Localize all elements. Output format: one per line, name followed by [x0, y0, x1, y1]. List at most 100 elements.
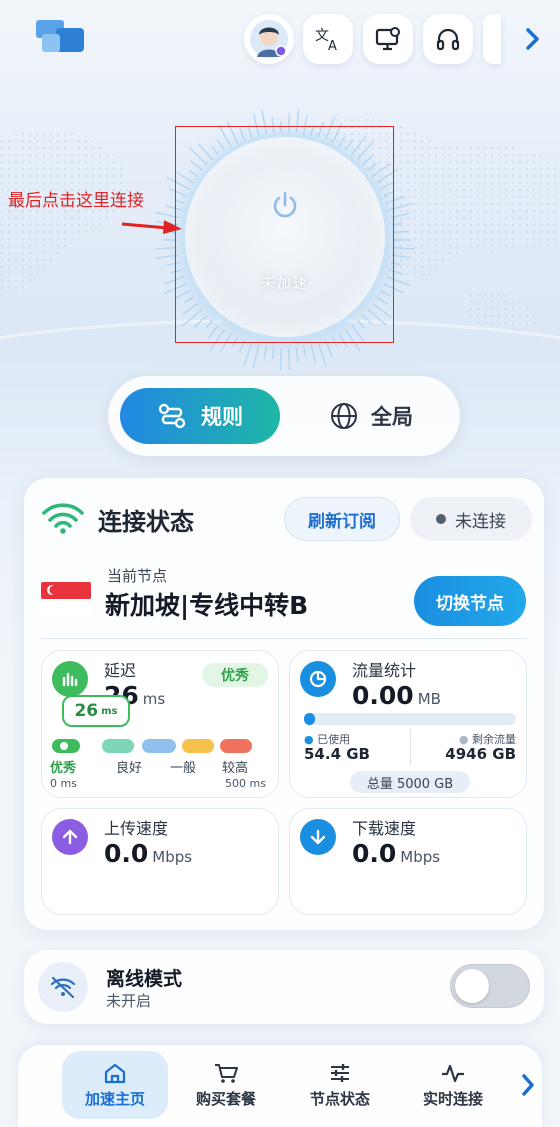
connection-status-card: 连接状态 刷新订阅 未连接 当前节点 新加坡|专线中转B 切换节点 延迟 26m… — [24, 478, 544, 930]
language-button[interactable]: 文 A — [303, 14, 353, 64]
arrow-up-icon — [52, 819, 88, 855]
traffic-unit: MB — [417, 690, 441, 708]
connection-status-text: 未连接 — [455, 511, 506, 532]
latency-range-min: 0 ms — [50, 777, 77, 790]
wifi-off-icon — [38, 962, 88, 1012]
latency-level-fair: 一般 — [170, 761, 197, 776]
globe-icon — [331, 403, 357, 429]
latency-marker — [58, 740, 70, 752]
nav-node-status-label: 节点状态 — [309, 1089, 370, 1108]
upload-panel: 上传速度 0.0 Mbps — [41, 808, 279, 915]
offline-mode-title: 离线模式 — [106, 968, 183, 990]
offline-mode-toggle[interactable] — [450, 964, 530, 1008]
support-button[interactable] — [423, 14, 473, 64]
download-panel: 下载速度 0.0 Mbps — [289, 808, 527, 915]
glow-ray — [243, 342, 253, 366]
annotation-box — [175, 126, 394, 343]
sliders-icon — [331, 1063, 349, 1082]
upload-number: 0.0 — [104, 839, 149, 868]
glow-ray — [279, 347, 282, 370]
glow-ray — [263, 346, 267, 360]
glow-ray — [310, 344, 317, 364]
mode-global-button[interactable]: 全局 — [296, 388, 446, 444]
offline-mode-subtitle: 未开启 — [106, 992, 152, 1010]
upload-value: 0.0 Mbps — [104, 839, 192, 868]
download-title: 下载速度 — [352, 819, 417, 838]
latency-badge: 优秀 — [202, 663, 268, 687]
upload-unit: Mbps — [152, 848, 193, 866]
more-button-partial[interactable] — [483, 14, 501, 64]
connection-status-badge: 未连接 — [410, 497, 532, 541]
latency-range-max: 500 ms — [225, 777, 266, 790]
latency-panel: 延迟 26ms 优秀 26ms 优秀 良好 一般 较高 0 ms 500 ms — [41, 650, 279, 798]
nav-node-status[interactable]: 节点状态 — [287, 1051, 393, 1119]
cart-icon — [215, 1063, 238, 1083]
nav-chevron-right-icon[interactable] — [514, 1067, 542, 1103]
switch-node-button[interactable]: 切换节点 — [414, 576, 526, 626]
latency-level-high: 较高 — [222, 761, 249, 776]
annotation-arrow — [121, 220, 182, 234]
latency-segment-high — [182, 739, 214, 753]
glow-ray — [392, 230, 409, 234]
nav-live-connections-label: 实时连接 — [422, 1089, 483, 1108]
activity-icon — [442, 1064, 464, 1082]
latency-title: 延迟 — [104, 661, 137, 680]
latency-segment-fair — [142, 739, 176, 753]
download-value: 0.0 Mbps — [352, 839, 440, 868]
glow-ray — [391, 254, 412, 259]
svg-text:A: A — [328, 39, 337, 53]
svg-text:文: 文 — [315, 28, 329, 44]
download-unit: Mbps — [400, 848, 441, 866]
nav-buy-plan[interactable]: 购买套餐 — [173, 1051, 279, 1119]
latency-scale — [52, 739, 268, 753]
chevron-right-icon[interactable] — [515, 22, 549, 56]
annotation-text: 最后点击这里连接 — [8, 191, 144, 211]
avatar-icon — [250, 20, 288, 58]
traffic-used-value: 54.4 GB — [304, 745, 370, 763]
route-icon — [158, 403, 186, 429]
bar-chart-icon — [52, 661, 88, 697]
traffic-panel: 流量统计 0.00 MB ● 已使用 54.4 GB ● 剩余流量 4946 GB… — [289, 650, 527, 798]
mode-rule-button[interactable]: 规则 — [120, 388, 280, 444]
latency-level-good: 良好 — [116, 761, 143, 776]
glow-ray — [317, 342, 328, 368]
traffic-usage-bar — [304, 713, 516, 725]
bubble-value: 26 — [74, 701, 99, 721]
latency-segment-very-high — [220, 739, 252, 753]
refresh-subscription-button[interactable]: 刷新订阅 — [284, 497, 400, 541]
bubble-unit: ms — [101, 705, 118, 717]
nav-home[interactable]: 加速主页 — [62, 1051, 168, 1119]
glow-ray — [252, 344, 260, 368]
upload-title: 上传速度 — [104, 819, 169, 838]
latency-bubble: 26 ms — [62, 695, 130, 727]
mode-selector: 规则 全局 — [108, 376, 460, 456]
glow-ray — [295, 347, 299, 363]
mode-global-label: 全局 — [371, 405, 413, 429]
latency-level-excellent: 优秀 — [50, 761, 77, 776]
bottom-navigation: 加速主页 购买套餐 节点状态 实时连接 — [18, 1045, 542, 1127]
glow-ray — [303, 346, 307, 357]
traffic-title: 流量统计 — [352, 661, 417, 680]
traffic-separator — [410, 729, 411, 765]
divider — [41, 638, 527, 639]
traffic-total-badge: 总量 5000 GB — [350, 771, 470, 793]
latency-segment-good — [102, 739, 134, 753]
logo — [36, 20, 84, 52]
pie-chart-icon — [300, 661, 336, 697]
avatar[interactable] — [244, 14, 294, 64]
toggle-knob — [455, 969, 489, 1003]
headset-icon — [436, 28, 460, 51]
translate-icon: 文 A — [315, 28, 337, 53]
glow-ray — [392, 246, 415, 250]
traffic-usage-fill — [304, 713, 315, 725]
glow-ray — [288, 347, 291, 370]
monitor-button[interactable] — [363, 14, 413, 64]
nav-buy-plan-label: 购买套餐 — [195, 1089, 256, 1108]
nav-live-connections[interactable]: 实时连接 — [400, 1051, 506, 1119]
arrow-down-icon — [300, 819, 336, 855]
card-title: 连接状态 — [98, 508, 194, 536]
offline-mode-row: 离线模式 未开启 — [24, 950, 544, 1024]
current-node-label: 当前节点 — [107, 567, 168, 585]
download-number: 0.0 — [352, 839, 397, 868]
home-icon — [104, 1063, 126, 1083]
